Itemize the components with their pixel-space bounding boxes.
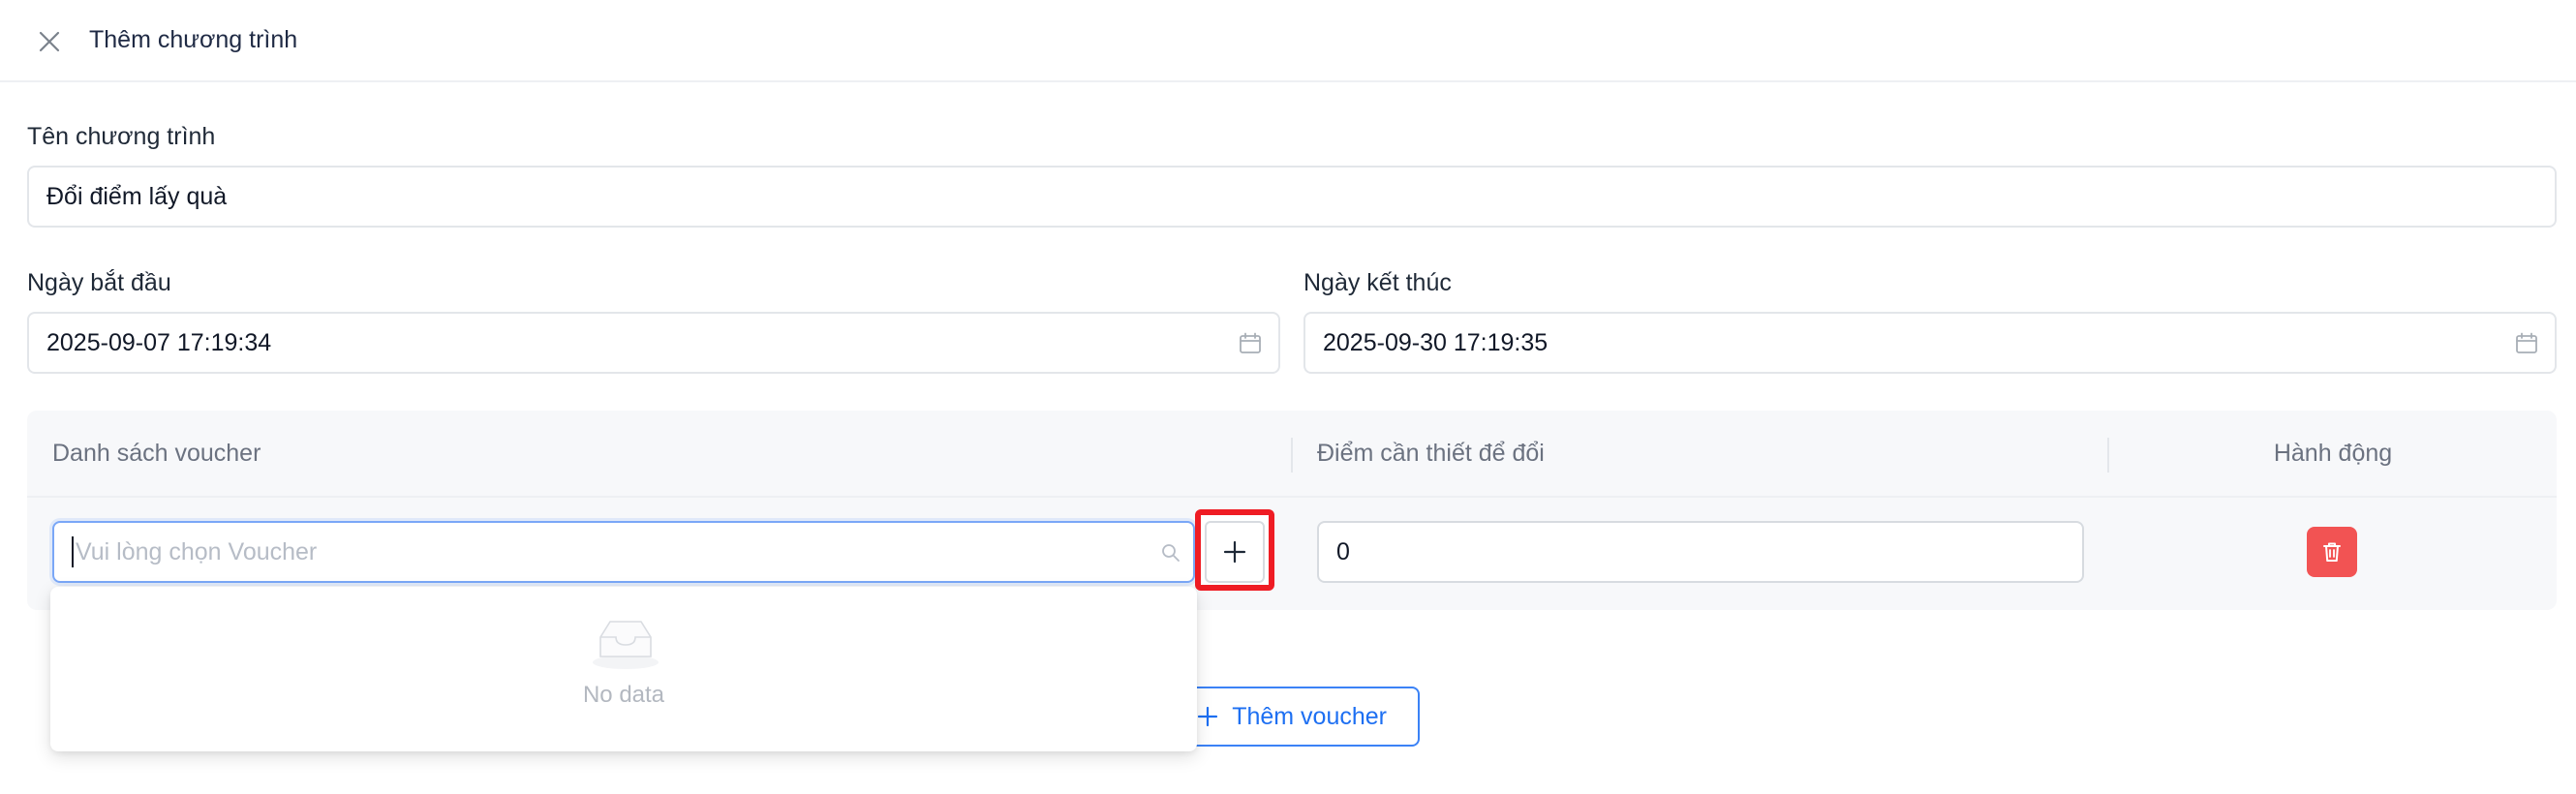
required-points-value: 0 bbox=[1336, 537, 1350, 565]
add-voucher-label: Thêm voucher bbox=[1232, 702, 1387, 730]
modal-header: Thêm chương trình bbox=[0, 0, 2576, 82]
delete-row-button[interactable] bbox=[2307, 527, 2357, 577]
end-date-value: 2025-09-30 17:19:35 bbox=[1323, 328, 1549, 356]
column-header-actions: Hành động bbox=[2273, 439, 2393, 467]
close-icon bbox=[39, 31, 60, 52]
text-cursor bbox=[72, 536, 74, 567]
modal-title: Thêm chương trình bbox=[89, 26, 298, 53]
end-date-input[interactable]: 2025-09-30 17:19:35 bbox=[1303, 312, 2557, 374]
voucher-select-input[interactable]: Vui lòng chọn Voucher bbox=[52, 521, 1195, 583]
header-row-divider bbox=[27, 496, 2557, 498]
required-points-input[interactable]: 0 bbox=[1317, 521, 2084, 583]
column-divider bbox=[1291, 438, 1293, 473]
program-name-input[interactable]: Đổi điểm lấy quà bbox=[27, 166, 2557, 228]
voucher-dropdown: No data bbox=[50, 587, 1197, 751]
empty-state-text: No data bbox=[582, 682, 665, 708]
add-voucher-option-button[interactable] bbox=[1205, 521, 1265, 583]
close-button[interactable] bbox=[33, 25, 66, 58]
calendar-icon bbox=[2516, 332, 2537, 353]
search-icon bbox=[1162, 544, 1180, 562]
empty-inbox-icon bbox=[593, 621, 659, 669]
add-voucher-button[interactable]: Thêm voucher bbox=[1162, 687, 1420, 747]
program-name-label: Tên chương trình bbox=[27, 123, 216, 150]
start-date-value: 2025-09-07 17:19:34 bbox=[46, 328, 272, 356]
plus-icon bbox=[1223, 540, 1246, 564]
column-header-required-points: Điểm cần thiết để đổi bbox=[1317, 439, 1545, 467]
plus-icon bbox=[1198, 706, 1218, 727]
start-date-label: Ngày bắt đầu bbox=[27, 269, 171, 296]
voucher-select-placeholder: Vui lòng chọn Voucher bbox=[76, 537, 318, 565]
calendar-icon bbox=[1240, 332, 1261, 353]
column-header-voucher-list: Danh sách voucher bbox=[52, 439, 261, 467]
start-date-input[interactable]: 2025-09-07 17:19:34 bbox=[27, 312, 1280, 374]
end-date-label: Ngày kết thúc bbox=[1303, 269, 1452, 296]
program-name-value: Đổi điểm lấy quà bbox=[46, 182, 228, 210]
trash-icon bbox=[2323, 542, 2341, 562]
